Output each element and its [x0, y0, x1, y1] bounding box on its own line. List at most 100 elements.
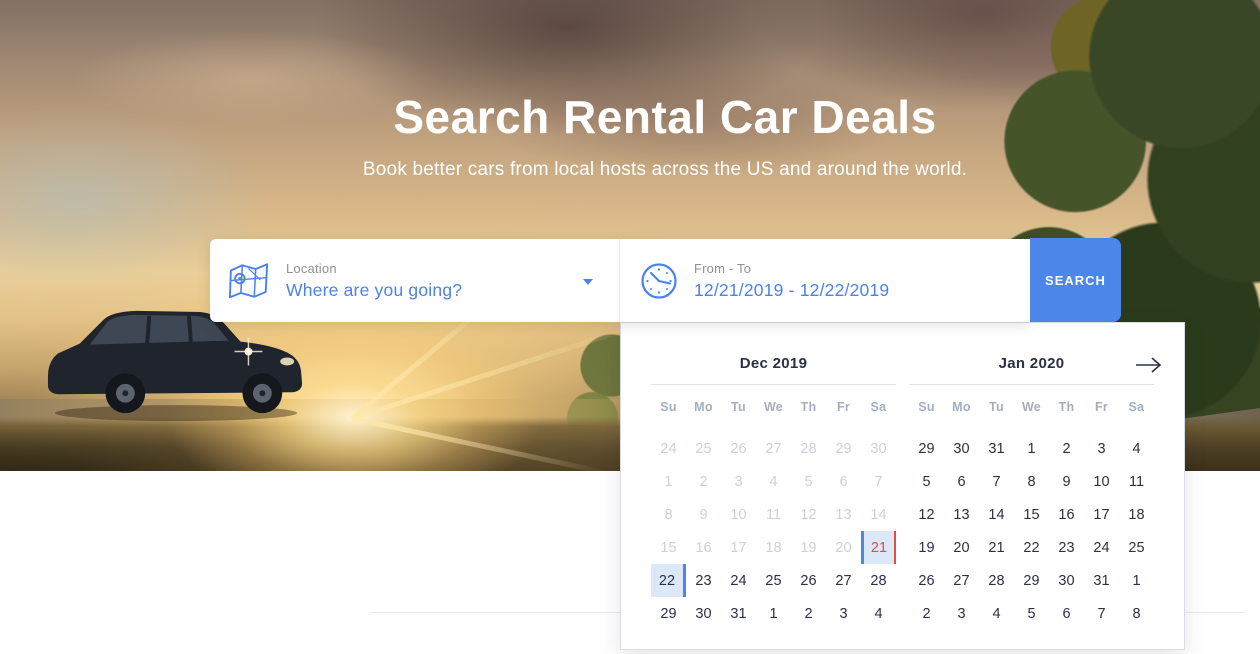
month-title: Jan 2020	[999, 355, 1065, 372]
calendar-day: 26	[721, 432, 756, 465]
calendar-day: 16	[686, 531, 721, 564]
calendar-day[interactable]: 31	[979, 432, 1014, 465]
calendar-day[interactable]: 9	[1049, 465, 1084, 498]
calendar-day[interactable]: 27	[944, 564, 979, 597]
weekday-label: We	[756, 395, 791, 419]
hero-copy: Search Rental Car Deals Book better cars…	[70, 92, 1260, 181]
calendar-day[interactable]: 3	[826, 597, 861, 630]
calendar-day[interactable]: 6	[1049, 597, 1084, 630]
calendar-day[interactable]: 5	[909, 465, 944, 498]
calendar-day[interactable]: 3	[1084, 432, 1119, 465]
caret-down-icon[interactable]	[583, 279, 593, 285]
dates-field[interactable]: From - To 12/21/2019 - 12/22/2019	[620, 239, 1030, 322]
calendar-day[interactable]: 11	[1119, 465, 1154, 498]
calendar-day[interactable]: 13	[944, 498, 979, 531]
calendar-day[interactable]: 2	[909, 597, 944, 630]
calendar-day[interactable]: 23	[686, 564, 721, 597]
calendar-day[interactable]: 24	[1084, 531, 1119, 564]
calendar-day[interactable]: 16	[1049, 498, 1084, 531]
day-grid: 2425262728293012345678910111213141516171…	[651, 432, 896, 630]
calendar-day[interactable]: 29	[1014, 564, 1049, 597]
calendar-day[interactable]: 22	[1014, 531, 1049, 564]
calendar-day: 12	[791, 498, 826, 531]
calendar-day: 8	[651, 498, 686, 531]
calendar-day[interactable]: 20	[944, 531, 979, 564]
calendar-day[interactable]: 6	[944, 465, 979, 498]
calendar-day[interactable]: 4	[1119, 432, 1154, 465]
calendar-day[interactable]: 26	[791, 564, 826, 597]
weekday-label: Sa	[861, 395, 896, 419]
calendar-day[interactable]: 30	[1049, 564, 1084, 597]
calendar-day[interactable]: 24	[721, 564, 756, 597]
calendar-day: 17	[721, 531, 756, 564]
calendar-day[interactable]: 27	[826, 564, 861, 597]
calendar-day: 25	[686, 432, 721, 465]
calendar-day[interactable]: 8	[1014, 465, 1049, 498]
next-month-button[interactable]	[1134, 355, 1164, 375]
calendar-day[interactable]: 17	[1084, 498, 1119, 531]
calendar-day[interactable]: 25	[756, 564, 791, 597]
calendar-day: 5	[791, 465, 826, 498]
calendar-day[interactable]: 4	[861, 597, 896, 630]
calendar-day[interactable]: 31	[1084, 564, 1119, 597]
location-input[interactable]: Where are you going?	[286, 280, 462, 301]
calendar-day[interactable]: 21	[979, 531, 1014, 564]
calendar-day: 4	[756, 465, 791, 498]
month-header: Dec 2019	[651, 323, 896, 385]
weekday-label: Th	[791, 395, 826, 419]
calendar-day[interactable]: 22	[651, 564, 686, 597]
weekday-label: Tu	[979, 395, 1014, 419]
calendar-day: 3	[721, 465, 756, 498]
calendar-day[interactable]: 7	[1084, 597, 1119, 630]
weekday-label: Mo	[944, 395, 979, 419]
weekday-label: Su	[651, 395, 686, 419]
calendar-day[interactable]: 8	[1119, 597, 1154, 630]
calendar-day[interactable]: 23	[1049, 531, 1084, 564]
calendar-day[interactable]: 10	[1084, 465, 1119, 498]
calendar-day[interactable]: 15	[1014, 498, 1049, 531]
calendar-day[interactable]: 18	[1119, 498, 1154, 531]
calendar-day[interactable]: 3	[944, 597, 979, 630]
weekday-label: Tu	[721, 395, 756, 419]
calendar-day[interactable]: 5	[1014, 597, 1049, 630]
calendar-day[interactable]: 31	[721, 597, 756, 630]
month-title: Dec 2019	[740, 355, 807, 372]
calendar-day[interactable]: 21	[861, 531, 896, 564]
dates-input[interactable]: 12/21/2019 - 12/22/2019	[694, 280, 889, 301]
calendar-day: 9	[686, 498, 721, 531]
calendar-day[interactable]: 14	[979, 498, 1014, 531]
calendar-day[interactable]: 1	[756, 597, 791, 630]
calendar-day[interactable]: 29	[909, 432, 944, 465]
location-field[interactable]: Location Where are you going?	[210, 239, 620, 322]
calendar-day: 13	[826, 498, 861, 531]
calendar-day: 10	[721, 498, 756, 531]
calendar-day[interactable]: 7	[979, 465, 1014, 498]
calendar-month-december: Dec 2019 SuMoTuWeThFrSa 2425262728293012…	[651, 323, 896, 649]
calendar-day[interactable]: 30	[944, 432, 979, 465]
arrow-right-icon	[1134, 355, 1164, 375]
calendar-day: 1	[651, 465, 686, 498]
clock-icon	[640, 262, 678, 300]
calendar-day[interactable]: 29	[651, 597, 686, 630]
weekday-label: We	[1014, 395, 1049, 419]
calendar-day: 15	[651, 531, 686, 564]
weekday-label: Mo	[686, 395, 721, 419]
calendar-day[interactable]: 2	[1049, 432, 1084, 465]
calendar-day[interactable]: 1	[1119, 564, 1154, 597]
page-title: Search Rental Car Deals	[70, 92, 1260, 143]
calendar-day[interactable]: 12	[909, 498, 944, 531]
page: Search Rental Car Deals Book better cars…	[0, 0, 1260, 654]
calendar-day[interactable]: 26	[909, 564, 944, 597]
calendar-day[interactable]: 2	[791, 597, 826, 630]
calendar-day[interactable]: 28	[979, 564, 1014, 597]
calendar-day[interactable]: 19	[909, 531, 944, 564]
search-button[interactable]: SEARCH	[1030, 238, 1121, 322]
location-label: Location	[286, 261, 462, 276]
calendar-day[interactable]: 4	[979, 597, 1014, 630]
calendar-day[interactable]: 28	[861, 564, 896, 597]
calendar-day[interactable]: 30	[686, 597, 721, 630]
calendar-day[interactable]: 1	[1014, 432, 1049, 465]
weekday-label: Fr	[1084, 395, 1119, 419]
calendar-day[interactable]: 25	[1119, 531, 1154, 564]
weekday-row: SuMoTuWeThFrSa	[909, 395, 1154, 419]
